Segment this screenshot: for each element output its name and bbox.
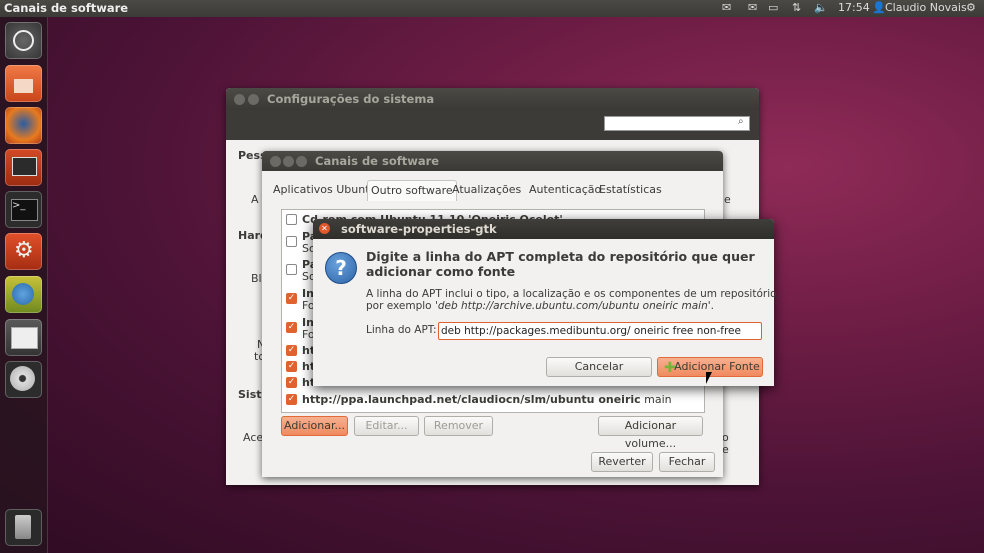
tab-statistics[interactable]: Estatísticas [596, 180, 665, 200]
checkbox-checked[interactable]: ✓ [286, 293, 297, 304]
apt-line-input[interactable] [438, 322, 762, 340]
add-button[interactable]: Adicionar... [281, 416, 348, 436]
section-system: Sist [238, 388, 262, 401]
tab-ubuntu-software[interactable]: Aplicativos Ubuntu [270, 180, 380, 200]
checkbox[interactable] [286, 214, 297, 225]
battery-icon[interactable]: ▭ [768, 1, 778, 14]
item-fragment: e [722, 443, 729, 456]
item-fragment: Ace [243, 431, 264, 444]
dialog-description-line2: por exemplo 'deb http://archive.ubuntu.c… [366, 300, 714, 312]
tab-bar: Aplicativos Ubuntu Outro software Atuali… [270, 180, 715, 201]
launcher: >_ ⚙ [0, 17, 48, 553]
search-icon: ⌕ [738, 116, 744, 127]
checkbox-checked[interactable]: ✓ [286, 322, 297, 333]
files-icon[interactable] [5, 65, 42, 102]
checkbox-checked[interactable]: ✓ [286, 345, 297, 356]
mouse-cursor-icon [706, 372, 712, 384]
user-name[interactable]: Claudio Novais [885, 1, 967, 14]
messaging-icon[interactable]: ✉ [748, 1, 757, 14]
item-fragment: e [724, 193, 731, 206]
maximize-icon[interactable] [296, 156, 307, 167]
edit-button[interactable]: Editar... [354, 416, 419, 436]
close-icon[interactable]: ✕ [319, 223, 330, 234]
window-titlebar: Canais de software [262, 151, 723, 171]
tab-other-software[interactable]: Outro software [367, 180, 457, 201]
apt-line-label: Linha do APT: [366, 324, 437, 336]
system-settings-icon[interactable]: ⚙ [5, 233, 42, 270]
volume-icon[interactable]: 🔈 [814, 1, 828, 14]
checkbox-checked[interactable]: ✓ [286, 377, 297, 388]
presentation-icon[interactable] [5, 149, 42, 186]
dialog-description-line1: A linha do APT inclui o tipo, a localiza… [366, 288, 780, 300]
window-title: Canais de software [315, 154, 440, 168]
update-manager-icon[interactable] [5, 276, 42, 313]
session-gear-icon[interactable]: ⚙ [966, 1, 976, 14]
indicator-icon[interactable]: ✉ [722, 1, 731, 14]
dialog-title: software-properties-gtk [341, 222, 497, 236]
add-source-dialog: ✕ software-properties-gtk ? Digite a lin… [313, 219, 780, 386]
dialog-titlebar: ✕ software-properties-gtk [313, 219, 774, 239]
tab-authentication[interactable]: Autenticação [526, 180, 604, 200]
question-icon: ? [325, 252, 357, 284]
clock[interactable]: 17:54 [838, 1, 870, 14]
workspace-switcher-icon[interactable] [5, 319, 42, 356]
item-fragment: A [251, 193, 259, 206]
minimize-icon[interactable] [248, 94, 259, 105]
cancel-button[interactable]: Cancelar [546, 357, 652, 377]
network-icon[interactable]: ⇅ [792, 1, 801, 14]
add-volume-button[interactable]: Adicionar volume... [598, 416, 703, 450]
list-item[interactable]: ✓ http://ppa.launchpad.net/claudiocn/slm… [286, 393, 700, 407]
window-titlebar: Configurações do sistema [226, 88, 759, 110]
item-fragment: Bl [251, 272, 262, 285]
plus-icon: ✚ [664, 360, 676, 376]
toolbar: ⌕ [226, 110, 759, 140]
top-panel: Canais de software ✉ ✉ ▭ ⇅ 🔈 17:54 👤 Cla… [0, 0, 984, 17]
dialog-heading: Digite a linha do APT completa do reposi… [366, 249, 755, 279]
dash-home-icon[interactable] [5, 22, 42, 59]
trash-icon[interactable] [5, 509, 42, 546]
list-item-label: http://ppa.launchpad.net/claudiocn/slm/u… [302, 393, 672, 406]
search-input[interactable] [604, 116, 750, 131]
disc-icon[interactable] [5, 361, 42, 398]
checkbox[interactable] [286, 236, 297, 247]
add-source-label: Adicionar Fonte [674, 360, 760, 373]
close-icon[interactable] [234, 94, 245, 105]
app-menu-title: Canais de software [4, 1, 129, 15]
minimize-icon[interactable] [283, 156, 294, 167]
close-button[interactable]: Fechar [659, 452, 715, 472]
checkbox-checked[interactable]: ✓ [286, 361, 297, 372]
revert-button[interactable]: Reverter [591, 452, 653, 472]
window-title: Configurações do sistema [267, 92, 435, 106]
firefox-icon[interactable] [5, 107, 42, 144]
remove-button[interactable]: Remover [424, 416, 493, 436]
tab-updates[interactable]: Atualizações [449, 180, 524, 200]
close-icon[interactable] [270, 156, 281, 167]
user-icon: 👤 [872, 1, 886, 14]
checkbox-checked[interactable]: ✓ [286, 394, 297, 405]
checkbox[interactable] [286, 264, 297, 275]
terminal-icon[interactable]: >_ [5, 191, 42, 228]
